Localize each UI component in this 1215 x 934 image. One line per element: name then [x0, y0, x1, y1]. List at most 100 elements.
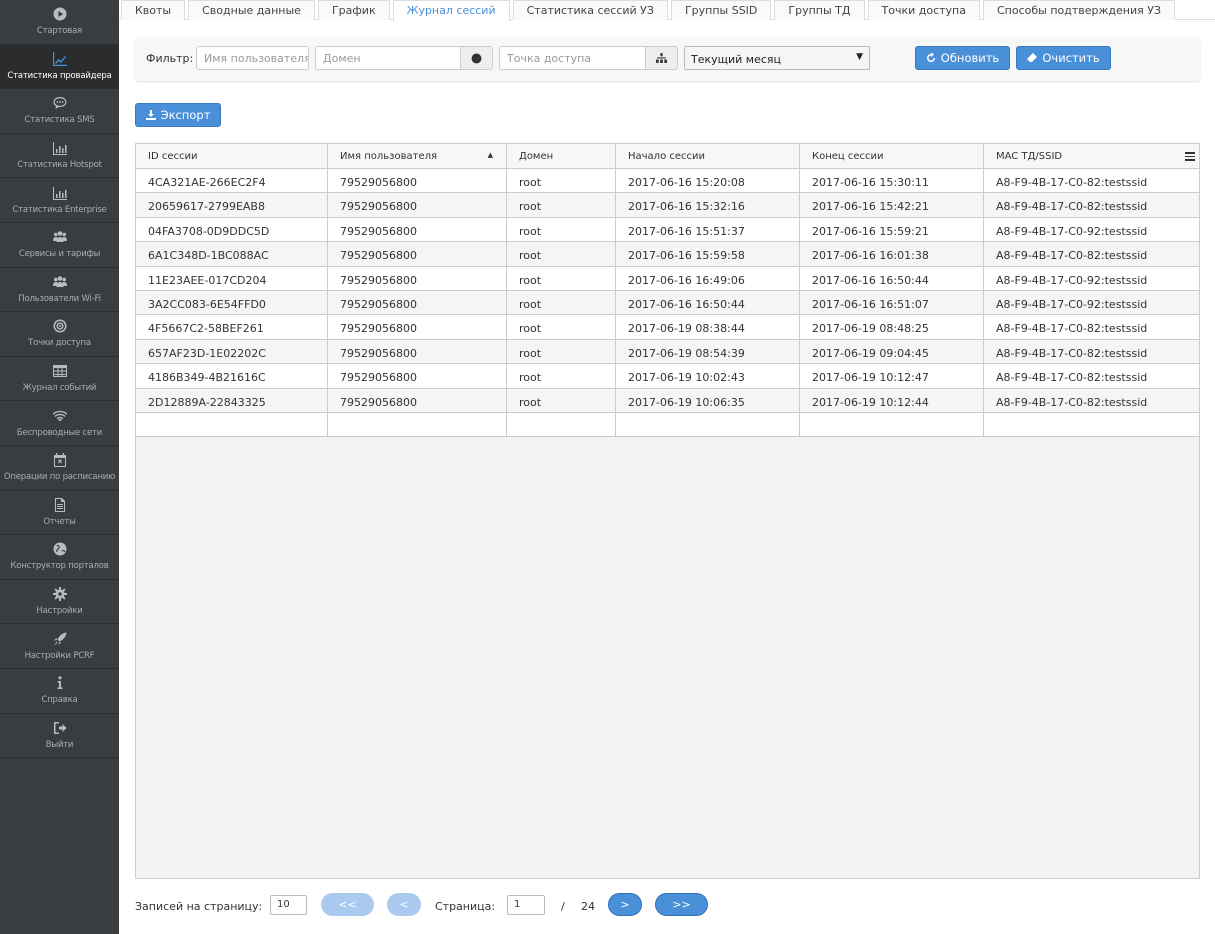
sidebar-item-13[interactable]: Настройки	[0, 580, 119, 625]
sidebar-item-8[interactable]: Журнал событий	[0, 357, 119, 402]
table-row[interactable]: 3A2CC083-6E54FFD0 79529056800 root 2017-06-…	[136, 290, 1199, 316]
sidebar-item-9[interactable]: Беспроводные сети	[0, 401, 119, 446]
refresh-label: Обновить	[940, 51, 1000, 65]
sidebar-item-label: Операции по расписанию	[3, 472, 116, 483]
clear-button[interactable]: Очистить	[1016, 46, 1111, 70]
table-cell: root	[507, 217, 616, 242]
tab-5[interactable]: Группы SSID	[670, 0, 772, 20]
refresh-button[interactable]: Обновить	[915, 46, 1010, 70]
next-page-button[interactable]: >	[608, 893, 642, 916]
table-cell	[616, 412, 800, 437]
table-cell: 04FA3708-0D9DDC5D	[136, 217, 328, 242]
table-cell: 4F5667C2-58BEF261	[136, 315, 328, 339]
table-cell: 2D12889A-22843325	[136, 388, 328, 412]
page-separator: /	[561, 900, 565, 913]
domain-picker-button[interactable]	[460, 46, 493, 70]
table-cell: 2017-06-16 16:50:44	[616, 290, 800, 315]
tab-2[interactable]: График	[317, 0, 390, 20]
sidebar-item-label: Настройки	[36, 606, 83, 617]
globe-icon	[53, 542, 66, 556]
export-button[interactable]: Экспорт	[135, 103, 221, 127]
empty-row	[136, 412, 1199, 438]
sidebar-item-4[interactable]: Статистика Enterprise	[0, 178, 119, 223]
tab-8[interactable]: Способы подтверждения УЗ	[982, 0, 1175, 20]
sidebar-item-14[interactable]: Настройки PCRF	[0, 624, 119, 669]
calendar-x-icon	[53, 453, 66, 468]
column-header[interactable]: ID сессии	[136, 144, 328, 168]
table-cell: 2017-06-16 15:20:08	[616, 169, 800, 193]
table-cell: 2017-06-16 15:51:37	[616, 217, 800, 242]
prev-page-button[interactable]: <	[387, 893, 421, 916]
table-cell: A8-F9-4B-17-C0-92:testssid	[996, 224, 1148, 238]
tab-6[interactable]: Группы ТД	[774, 0, 865, 20]
table-row[interactable]: 2D12889A-22843325 79529056800 root 2017-06-…	[136, 388, 1199, 413]
table-row[interactable]: 20659617-2799EAB8 79529056800 root 2017-06-…	[136, 193, 1199, 218]
first-page-button[interactable]: <<	[321, 893, 374, 916]
refresh-icon	[926, 53, 935, 62]
domain-input[interactable]: Домен	[315, 46, 461, 70]
tab-4[interactable]: Статистика сессий УЗ	[512, 0, 668, 20]
sidebar-item-label: Сервисы и тарифы	[18, 249, 101, 260]
table-row[interactable]: 6A1C348D-1BC088AC 79529056800 root 2017-06-…	[136, 242, 1199, 267]
sidebar-item-5[interactable]: Сервисы и тарифы	[0, 223, 119, 268]
sidebar-item-12[interactable]: Конструктор порталов	[0, 535, 119, 580]
column-header[interactable]: MAC ТД/SSID	[984, 144, 1199, 168]
export-label: Экспорт	[160, 108, 211, 122]
table-cell: 79529056800	[328, 339, 507, 364]
username-input[interactable]: Имя пользователя	[196, 46, 309, 70]
tab-1[interactable]: Сводные данные	[188, 0, 315, 20]
sidebar-item-6[interactable]: Пользователи Wi-Fi	[0, 268, 119, 313]
table-cell	[328, 412, 507, 437]
column-header[interactable]: Начало сессии	[616, 144, 800, 168]
table-cell: 79529056800	[328, 217, 507, 242]
sidebar-item-1[interactable]: Статистика провайдера	[0, 44, 119, 90]
column-header[interactable]: Конец сессии	[800, 144, 984, 168]
table-cell: 2017-06-16 16:51:07	[800, 290, 984, 315]
column-header-label: Имя пользователя	[340, 151, 438, 162]
sidebar-item-11[interactable]: Отчеты	[0, 491, 119, 536]
table-row[interactable]: 11E23AEE-017CD204 79529056800 root 2017-06-…	[136, 266, 1199, 291]
tab-0[interactable]: Квоты	[121, 0, 186, 20]
sidebar-item-15[interactable]: Справка	[0, 669, 119, 714]
page-input[interactable]: 1	[507, 895, 545, 915]
column-header-label: Начало сессии	[628, 151, 706, 162]
sidebar-item-7[interactable]: Точки доступа	[0, 312, 119, 357]
bar-chart-icon	[52, 142, 67, 156]
table-row[interactable]: 4186B349-4B21616C 79529056800 root 2017-06-…	[136, 364, 1199, 389]
sidebar-item-2[interactable]: Статистика SMS	[0, 89, 119, 134]
sidebar-item-3[interactable]: Статистика Hotspot	[0, 134, 119, 179]
table-row[interactable]: 04FA3708-0D9DDC5D 79529056800 root 2017-06-…	[136, 217, 1199, 243]
table-cell: A8-F9-4B-17-C0-92:testssid	[996, 297, 1148, 311]
table-cell	[136, 412, 328, 437]
access-point-input[interactable]: Точка доступа	[499, 46, 646, 70]
table-row[interactable]: 4F5667C2-58BEF261 79529056800 root 2017-06-…	[136, 315, 1199, 340]
per-page-input[interactable]: 10	[270, 895, 307, 915]
column-header[interactable]: Домен	[507, 144, 616, 168]
column-header-label: MAC ТД/SSID	[996, 151, 1063, 162]
table-row[interactable]: 657AF23D-1E02202C 79529056800 root 2017-06-…	[136, 339, 1199, 365]
line-chart-icon	[52, 51, 67, 66]
table-cell: root	[507, 364, 616, 388]
sidebar-item-0[interactable]: Стартовая	[0, 0, 119, 45]
column-header[interactable]: Имя пользователя ▲	[328, 144, 507, 168]
access-point-picker-button[interactable]	[645, 46, 678, 70]
sidebar-item-16[interactable]: Выйти	[0, 714, 119, 759]
chat-bubble-icon	[53, 97, 66, 110]
tab-3[interactable]: Журнал сессий	[392, 0, 510, 21]
table-cell: 20659617-2799EAB8	[136, 193, 328, 217]
table-cell: A8-F9-4B-17-C0-92:testssid	[996, 273, 1148, 287]
period-select[interactable]: Текущий месяц ▼	[684, 46, 870, 70]
table-row[interactable]: 4CA321AE-266EC2F4 79529056800 root 2017-06-…	[136, 169, 1199, 194]
table-cell: root	[507, 193, 616, 217]
column-header-label: ID сессии	[148, 151, 198, 162]
sidebar-item-label: Настройки PCRF	[24, 650, 95, 661]
sidebar-item-10[interactable]: Операции по расписанию	[0, 446, 119, 491]
per-page-label: Записей на страницу:	[135, 900, 263, 913]
sitemap-icon	[656, 52, 667, 63]
tab-7[interactable]: Точки доступа	[867, 0, 980, 20]
table-cell: root	[507, 388, 616, 412]
column-menu-icon[interactable]	[1185, 152, 1195, 163]
total-pages: 24	[581, 900, 595, 913]
last-page-button[interactable]: >>	[655, 893, 708, 916]
table-icon	[52, 365, 67, 378]
